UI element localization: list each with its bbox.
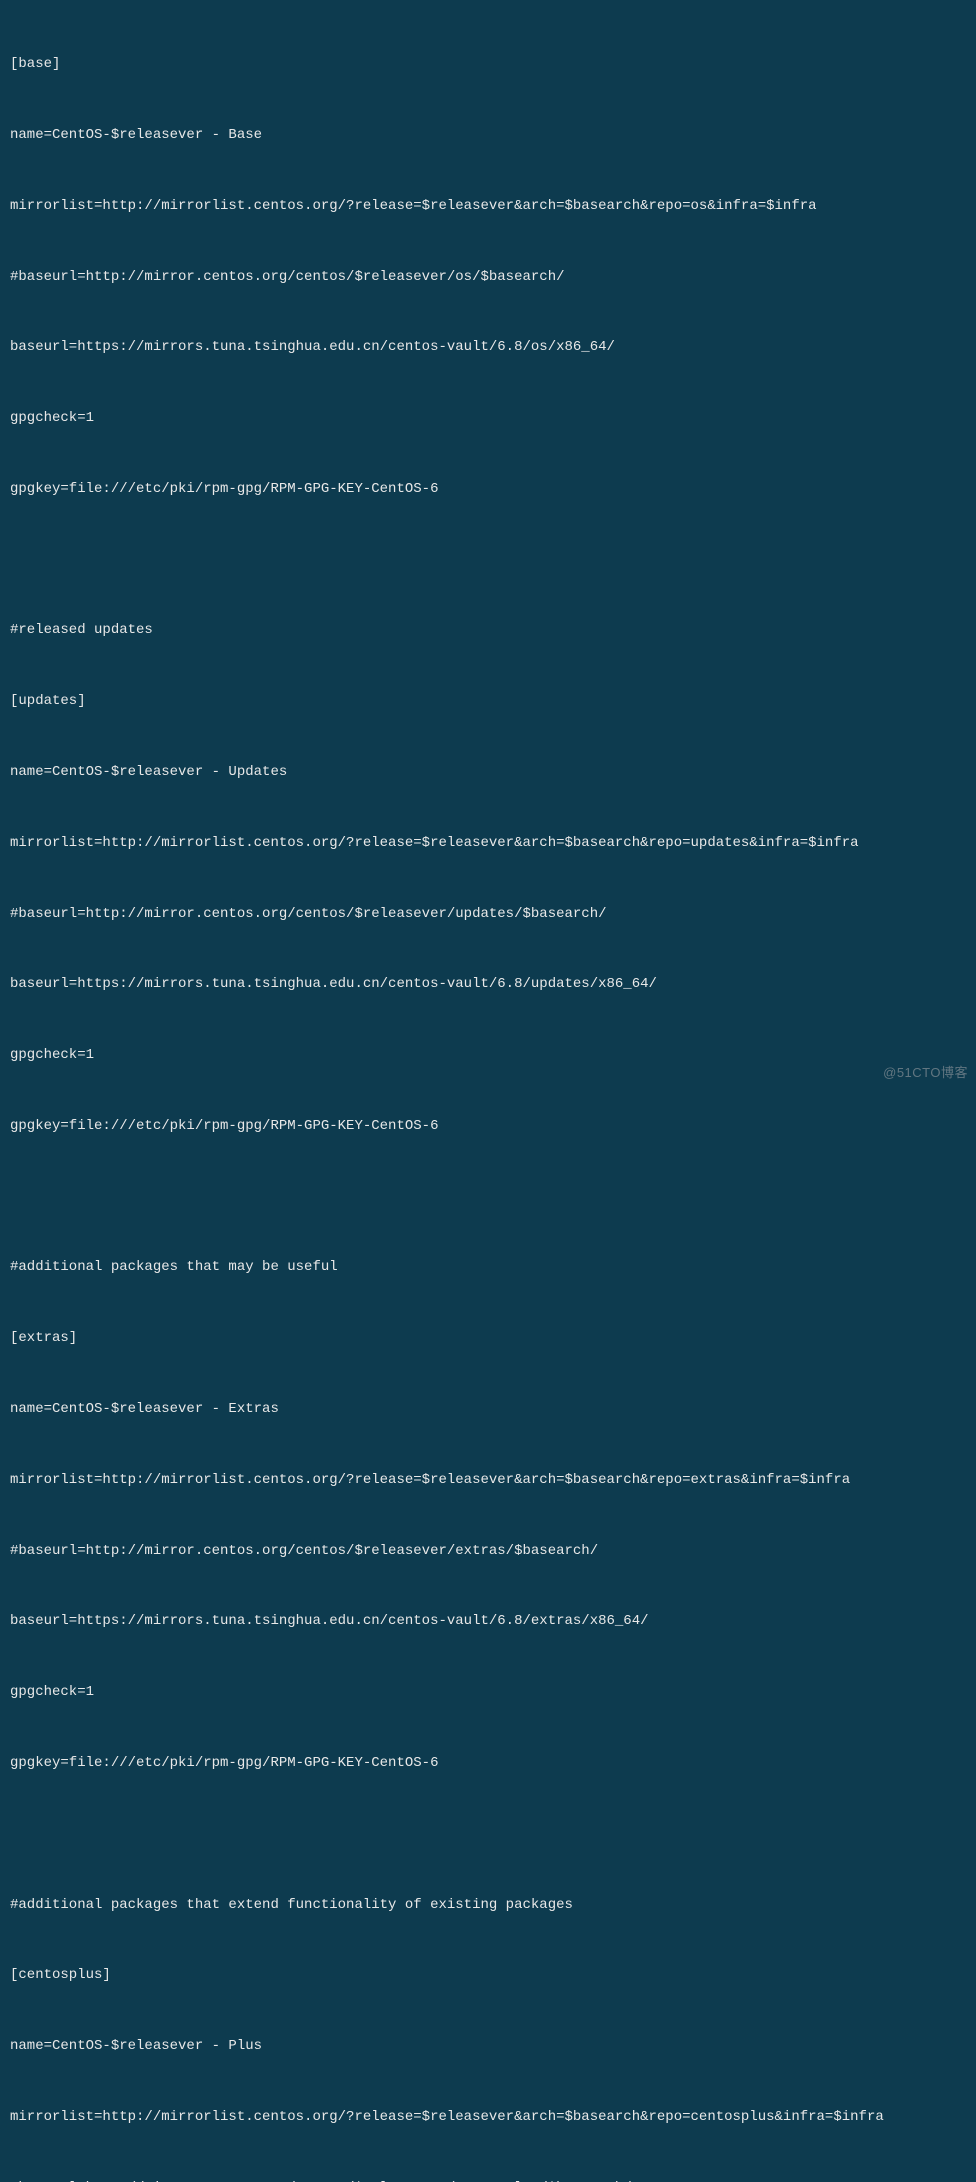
config-line: baseurl=https://mirrors.tuna.tsinghua.ed… xyxy=(10,1610,966,1634)
config-line: mirrorlist=http://mirrorlist.centos.org/… xyxy=(10,1469,966,1493)
config-line: [base] xyxy=(10,53,966,77)
config-line: #additional packages that may be useful xyxy=(10,1256,966,1280)
config-line: #baseurl=http://mirror.centos.org/centos… xyxy=(10,2177,966,2182)
config-line: mirrorlist=http://mirrorlist.centos.org/… xyxy=(10,195,966,219)
config-line: #baseurl=http://mirror.centos.org/centos… xyxy=(10,1540,966,1564)
watermark-label: @51CTO博客 xyxy=(883,1061,968,1085)
config-line: name=CentOS-$releasever - Extras xyxy=(10,1398,966,1422)
config-line: [extras] xyxy=(10,1327,966,1351)
config-line xyxy=(10,1823,966,1847)
config-line: [centosplus] xyxy=(10,1964,966,1988)
config-line: [updates] xyxy=(10,690,966,714)
config-line: name=CentOS-$releasever - Updates xyxy=(10,761,966,785)
config-line xyxy=(10,1186,966,1210)
config-line: baseurl=https://mirrors.tuna.tsinghua.ed… xyxy=(10,973,966,997)
config-line: baseurl=https://mirrors.tuna.tsinghua.ed… xyxy=(10,336,966,360)
config-line: #baseurl=http://mirror.centos.org/centos… xyxy=(10,903,966,927)
config-line: gpgcheck=1 xyxy=(10,407,966,431)
config-line: gpgcheck=1 xyxy=(10,1681,966,1705)
config-line: gpgkey=file:///etc/pki/rpm-gpg/RPM-GPG-K… xyxy=(10,1752,966,1776)
config-line: #released updates xyxy=(10,619,966,643)
terminal-editor-view[interactable]: [base] name=CentOS-$releasever - Base mi… xyxy=(0,0,976,2182)
config-line: #baseurl=http://mirror.centos.org/centos… xyxy=(10,266,966,290)
config-line: name=CentOS-$releasever - Plus xyxy=(10,2035,966,2059)
config-line: mirrorlist=http://mirrorlist.centos.org/… xyxy=(10,832,966,856)
config-line: gpgkey=file:///etc/pki/rpm-gpg/RPM-GPG-K… xyxy=(10,1115,966,1139)
config-line xyxy=(10,549,966,573)
config-line: gpgcheck=1 xyxy=(10,1044,966,1068)
config-line: gpgkey=file:///etc/pki/rpm-gpg/RPM-GPG-K… xyxy=(10,478,966,502)
config-line: mirrorlist=http://mirrorlist.centos.org/… xyxy=(10,2106,966,2130)
config-line: #additional packages that extend functio… xyxy=(10,1894,966,1918)
config-line: name=CentOS-$releasever - Base xyxy=(10,124,966,148)
